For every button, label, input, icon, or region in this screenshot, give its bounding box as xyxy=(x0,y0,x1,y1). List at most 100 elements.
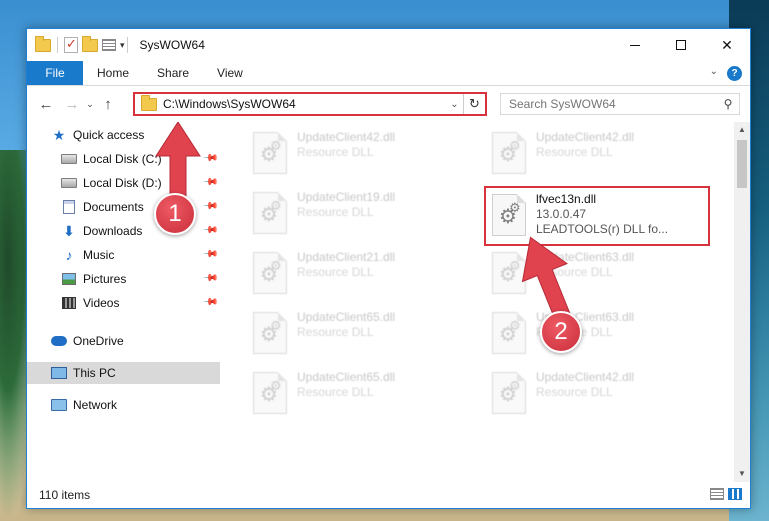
window-controls: ✕ xyxy=(612,29,750,61)
title-bar: ▾ SysWOW64 ✕ xyxy=(27,29,750,61)
nav-item-label: Pictures xyxy=(83,272,127,286)
network-icon xyxy=(51,398,67,412)
file-name: lfvec13n.dll xyxy=(536,192,597,206)
customize-icon[interactable] xyxy=(102,39,116,51)
gear-icon: ⚙ xyxy=(270,198,282,213)
address-path[interactable]: C:\Windows\SysWOW64 xyxy=(163,97,445,111)
file-type: Resource DLL xyxy=(297,145,374,159)
minimize-button[interactable] xyxy=(612,29,658,61)
nav-item-label: Quick access xyxy=(73,128,145,142)
file-type: Resource DLL xyxy=(297,205,374,219)
file-item[interactable]: ⚙ ⚙ UpdateClient65.dll Resource DLL xyxy=(247,306,483,364)
folder-icon xyxy=(141,94,157,111)
file-item[interactable]: ⚙ ⚙ UpdateClient19.dll Resource DLL xyxy=(247,186,483,244)
dll-file-icon: ⚙ ⚙ xyxy=(492,372,526,414)
chevron-down-icon: ⌄ xyxy=(86,98,94,109)
annotation-badge-2: 2 xyxy=(540,311,582,353)
gear-icon: ⚙ xyxy=(270,318,282,333)
maximize-button[interactable] xyxy=(658,29,704,61)
address-bar[interactable]: C:\Windows\SysWOW64 ⌄ ↻ xyxy=(133,92,487,116)
gear-icon: ⚙ xyxy=(509,200,521,215)
nav-item-this-pc[interactable]: This PC xyxy=(27,362,220,384)
dll-file-icon: ⚙ ⚙ xyxy=(253,192,287,234)
back-button[interactable]: ← xyxy=(35,93,57,115)
videos-icon xyxy=(61,296,77,310)
music-icon: ♪ xyxy=(65,247,73,263)
recent-locations-button[interactable]: ⌄ xyxy=(83,93,97,115)
drive-icon xyxy=(61,152,77,166)
gear-icon: ⚙ xyxy=(509,138,521,153)
dll-file-icon: ⚙ ⚙ xyxy=(253,312,287,354)
search-input[interactable] xyxy=(509,97,717,111)
downloads-icon: ⬇ xyxy=(63,222,75,239)
forward-button[interactable]: → xyxy=(61,93,83,115)
scroll-thumb[interactable] xyxy=(737,140,747,188)
refresh-icon: ↻ xyxy=(469,96,480,111)
scroll-down-button[interactable]: ▼ xyxy=(734,466,750,482)
up-button[interactable]: ↑ xyxy=(97,93,119,115)
pictures-icon xyxy=(61,272,77,286)
title-divider xyxy=(126,37,128,53)
gear-icon: ⚙ xyxy=(270,378,282,393)
vertical-scrollbar[interactable]: ▲ ▼ xyxy=(734,122,750,482)
arrow-up-icon: ↑ xyxy=(104,95,112,113)
file-name: UpdateClient42.dll xyxy=(536,370,635,384)
help-button[interactable]: ? xyxy=(727,66,742,81)
dll-file-icon: ⚙ ⚙ xyxy=(492,132,526,174)
annotation-badge-1: 1 xyxy=(154,193,196,235)
nav-item-label: Videos xyxy=(83,296,120,310)
details-view-icon[interactable] xyxy=(710,488,724,500)
nav-item-label: Documents xyxy=(83,200,144,214)
file-type: Resource DLL xyxy=(536,145,613,159)
nav-item-label: Network xyxy=(73,398,118,412)
scroll-up-button[interactable]: ▲ xyxy=(734,122,750,138)
properties-check-icon[interactable] xyxy=(64,36,78,53)
file-item[interactable]: ⚙ ⚙ UpdateClient21.dll Resource DLL xyxy=(247,246,483,304)
this-pc-icon xyxy=(51,366,67,380)
new-folder-icon[interactable] xyxy=(82,35,98,52)
quick-access-toolbar: ▾ xyxy=(35,35,125,53)
file-type: Resource DLL xyxy=(297,385,374,399)
chevron-down-icon[interactable]: ⌄ xyxy=(710,66,718,77)
tiles-view-icon[interactable] xyxy=(728,488,742,500)
search-box[interactable]: ⚲ xyxy=(500,93,740,115)
file-item[interactable]: ⚙ ⚙ UpdateClient42.dll Resource DLL xyxy=(486,366,722,424)
gear-icon: ⚙ xyxy=(270,258,282,273)
search-icon[interactable]: ⚲ xyxy=(717,97,739,111)
pin-icon[interactable]: 📌 xyxy=(201,294,218,311)
onedrive-icon xyxy=(51,334,67,348)
nav-item-videos[interactable]: Videos 📌 xyxy=(27,292,220,314)
file-list: ⚙ ⚙ UpdateClient42.dll Resource DLL ⚙ ⚙ Upd… xyxy=(220,122,750,482)
ribbon-tabs: File Home Share View ⌄ ? xyxy=(27,61,750,86)
chevron-down-icon[interactable]: ▾ xyxy=(120,40,125,51)
folder-icon xyxy=(35,35,51,52)
gear-icon: ⚙ xyxy=(270,138,282,153)
star-icon: ★ xyxy=(52,126,66,143)
arrow-right-icon: → xyxy=(64,95,80,113)
file-name: UpdateClient65.dll xyxy=(297,310,396,324)
file-item[interactable]: ⚙ ⚙ UpdateClient65.dll Resource DLL xyxy=(247,366,483,424)
close-button[interactable]: ✕ xyxy=(704,29,750,61)
dll-file-icon: ⚙ ⚙ xyxy=(253,372,287,414)
toolbar-divider xyxy=(57,37,58,53)
nav-item-pictures[interactable]: Pictures 📌 xyxy=(27,268,220,290)
refresh-button[interactable]: ↻ xyxy=(463,94,485,114)
item-count: 110 items xyxy=(39,488,91,502)
drive-icon xyxy=(61,176,77,190)
tab-share[interactable]: Share xyxy=(143,61,203,85)
address-history-button[interactable]: ⌄ xyxy=(445,99,463,110)
nav-item-network[interactable]: Network xyxy=(27,394,220,416)
documents-icon xyxy=(61,200,77,214)
nav-item-music[interactable]: ♪ Music 📌 xyxy=(27,244,220,266)
nav-item-label: Music xyxy=(83,248,115,262)
arrow-left-icon: ← xyxy=(38,95,54,113)
pin-icon[interactable]: 📌 xyxy=(201,246,218,263)
file-name: UpdateClient65.dll xyxy=(297,370,396,384)
tab-view[interactable]: View xyxy=(203,61,257,85)
file-item[interactable]: ⚙ ⚙ UpdateClient42.dll Resource DLL xyxy=(486,126,722,184)
tab-home[interactable]: Home xyxy=(83,61,143,85)
pin-icon[interactable]: 📌 xyxy=(201,270,218,287)
file-item[interactable]: ⚙ ⚙ UpdateClient42.dll Resource DLL xyxy=(247,126,483,184)
tab-file[interactable]: File xyxy=(27,61,83,85)
nav-item-onedrive[interactable]: OneDrive xyxy=(27,330,220,352)
